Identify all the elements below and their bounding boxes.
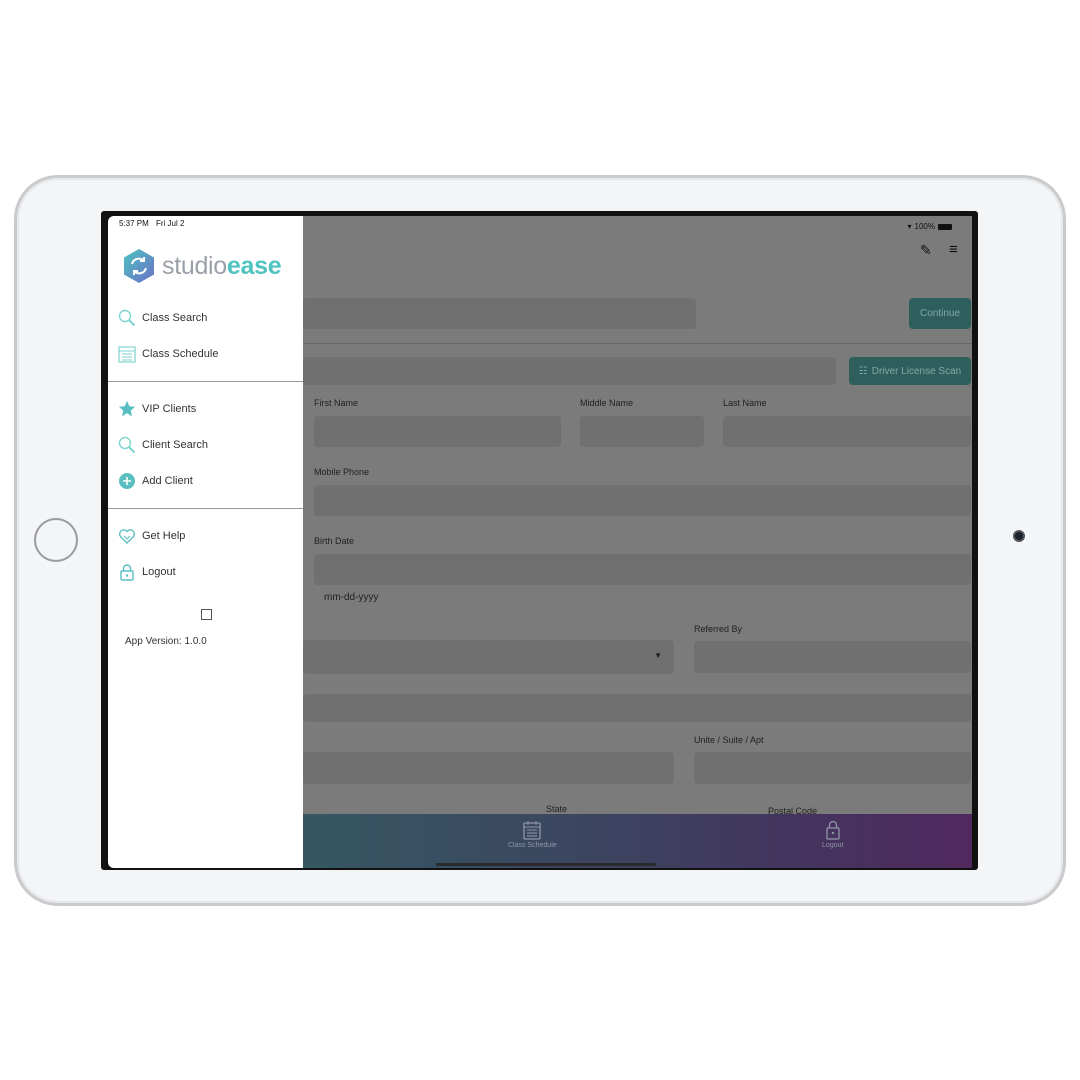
item-label: Get Help: [142, 530, 186, 542]
item-label: Class Schedule: [142, 348, 219, 360]
edit-icon[interactable]: ✎: [920, 242, 932, 259]
mobile-phone-label: Mobile Phone: [314, 467, 370, 477]
tab-label: Logout: [822, 842, 844, 849]
item-label: VIP Clients: [142, 403, 197, 415]
logo-hexagon-icon: [124, 249, 154, 283]
calendar-icon: [523, 821, 541, 840]
first-name-input[interactable]: [314, 416, 561, 447]
status-right: ▾ 100%: [908, 222, 952, 231]
battery-icon: [938, 223, 952, 230]
divider: [303, 343, 972, 344]
state-label: State: [546, 804, 568, 814]
dropdown-select[interactable]: ▼: [303, 640, 674, 674]
middle-name-input[interactable]: [580, 416, 704, 447]
last-name-label: Last Name: [723, 398, 767, 408]
birth-date-input[interactable]: [314, 554, 971, 585]
drawer-item-logout[interactable]: Logout: [118, 563, 176, 581]
heart-handshake-icon: [118, 529, 136, 544]
lock-icon: [120, 564, 134, 581]
drawer-item-get-help[interactable]: Get Help: [118, 527, 185, 545]
home-button[interactable]: [34, 518, 78, 562]
star-icon: [119, 401, 135, 417]
item-label: Add Client: [142, 475, 193, 487]
unit-label: Unite / Suite / Apt: [694, 735, 764, 745]
scan-field[interactable]: [303, 357, 836, 385]
drawer-item-class-search[interactable]: Class Search: [118, 309, 207, 327]
tab-class-schedule[interactable]: Class Schedule: [508, 820, 557, 849]
tab-logout[interactable]: Logout: [822, 820, 843, 849]
drawer-item-class-schedule[interactable]: Class Schedule: [118, 345, 218, 363]
continue-button[interactable]: Continue: [909, 298, 971, 329]
drawer-divider: [108, 508, 303, 509]
last-name-input[interactable]: [723, 416, 971, 447]
studioease-logo: studioease: [122, 248, 282, 284]
logo-text-studio: studio: [162, 251, 227, 280]
unit-input[interactable]: [694, 752, 971, 784]
drawer-item-vip-clients[interactable]: VIP Clients: [118, 400, 196, 418]
checkbox[interactable]: [201, 609, 212, 620]
middle-name-label: Middle Name: [580, 398, 634, 408]
tab-label: Class Schedule: [508, 842, 557, 849]
scan-label: Driver License Scan: [871, 365, 962, 377]
address-input[interactable]: [303, 694, 971, 722]
date-format-hint: mm-dd-yyyy: [324, 592, 379, 603]
screen: ▾ 100% ✎ ≡ Continue ☷ Driver License Scan…: [108, 216, 972, 868]
driver-license-scan-button[interactable]: ☷ Driver License Scan: [849, 357, 971, 385]
referred-by-label: Referred By: [694, 624, 743, 634]
logo-text-ease: ease: [226, 251, 282, 280]
caret-down-icon: ▼: [654, 651, 662, 660]
app-version: App Version: 1.0.0: [125, 636, 207, 647]
first-name-label: First Name: [314, 398, 359, 408]
search-field[interactable]: [303, 298, 696, 329]
magnifier-icon: [118, 309, 136, 327]
item-label: Logout: [142, 566, 176, 578]
tab-bar: Class Schedule Logout: [303, 814, 972, 868]
plus-circle-icon: [119, 473, 135, 489]
home-indicator: [436, 863, 656, 866]
barcode-icon: ☷: [858, 365, 868, 377]
item-label: Class Search: [142, 312, 208, 324]
menu-icon[interactable]: ≡: [949, 241, 958, 258]
status-date: Fri Jul 2: [156, 219, 185, 228]
camera: [1013, 530, 1025, 542]
birth-date-label: Birth Date: [314, 536, 355, 546]
mobile-phone-input[interactable]: [314, 485, 971, 516]
lock-icon: [826, 820, 840, 840]
wifi-icon: ▾: [907, 222, 912, 231]
referred-by-input[interactable]: [694, 641, 971, 673]
calendar-icon: [118, 346, 136, 363]
drawer-item-add-client[interactable]: Add Client: [118, 472, 193, 490]
drawer-item-client-search[interactable]: Client Search: [118, 436, 208, 454]
item-label: Client Search: [142, 439, 209, 451]
side-drawer: 5:37 PM Fri Jul 2 studioease Class Searc…: [108, 216, 303, 868]
magnifier-icon: [118, 436, 136, 454]
continue-label: Continue: [919, 308, 961, 319]
client-form: ▾ 100% ✎ ≡ Continue ☷ Driver License Scan…: [303, 216, 972, 868]
street-input[interactable]: [303, 752, 674, 784]
status-time: 5:37 PM: [119, 219, 149, 228]
drawer-divider: [108, 381, 303, 382]
battery-percent: 100%: [914, 222, 935, 231]
